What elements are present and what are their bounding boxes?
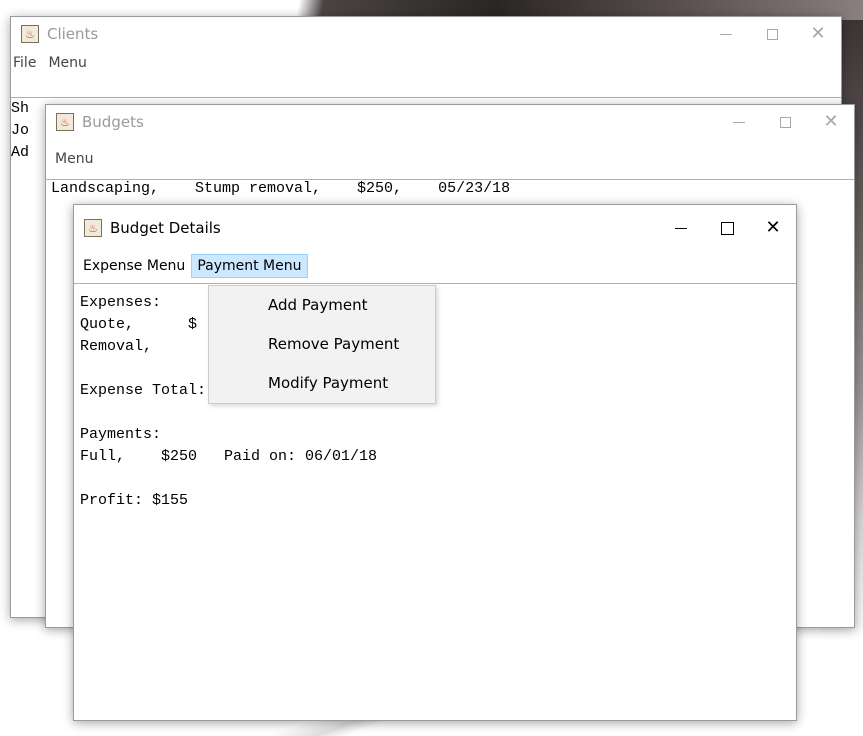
text-line: Payments: bbox=[80, 426, 162, 443]
close-icon: ✕ bbox=[823, 111, 839, 132]
java-app-icon[interactable]: ♨ bbox=[21, 25, 39, 43]
budget-details-titlebar[interactable]: ♨ Budget Details ✕ bbox=[74, 205, 796, 251]
budgets-title: Budgets bbox=[82, 113, 144, 131]
clients-menu-file[interactable]: File bbox=[11, 51, 42, 75]
budget-details-maximize-button[interactable] bbox=[704, 205, 750, 251]
budget-details-minimize-button[interactable] bbox=[658, 205, 704, 251]
modify-payment-menu-item[interactable]: Modify Payment bbox=[209, 364, 435, 403]
text-line bbox=[80, 468, 796, 490]
minimize-icon bbox=[720, 33, 732, 35]
maximize-icon bbox=[766, 28, 778, 40]
close-icon: ✕ bbox=[765, 217, 781, 238]
clients-menubar: File Menu bbox=[11, 51, 841, 75]
clients-minimize-button[interactable] bbox=[703, 17, 749, 51]
budgets-maximize-button[interactable] bbox=[762, 105, 808, 139]
java-app-icon[interactable]: ♨ bbox=[84, 219, 102, 237]
text-line bbox=[80, 402, 796, 424]
clients-titlebar[interactable]: ♨ Clients ✕ bbox=[11, 17, 841, 51]
clients-maximize-button[interactable] bbox=[749, 17, 795, 51]
budgets-close-button[interactable]: ✕ bbox=[808, 105, 854, 139]
remove-payment-menu-item[interactable]: Remove Payment bbox=[209, 325, 435, 364]
clients-menu-menu[interactable]: Menu bbox=[42, 51, 92, 75]
budgets-menu-menu[interactable]: Menu bbox=[46, 147, 99, 171]
minimize-icon bbox=[675, 227, 687, 229]
text-line: Full, $250 Paid on: 06/01/18 bbox=[80, 448, 378, 465]
text-line: Expense Total: $95 bbox=[80, 382, 252, 399]
maximize-icon bbox=[720, 221, 734, 235]
minimize-icon bbox=[733, 121, 745, 123]
payment-menu-dropdown: Add Payment Remove Payment Modify Paymen… bbox=[208, 285, 436, 404]
add-payment-menu-item[interactable]: Add Payment bbox=[209, 286, 435, 325]
budget-details-title: Budget Details bbox=[110, 219, 221, 237]
close-icon: ✕ bbox=[810, 23, 826, 44]
text-line: Profit: $155 bbox=[80, 492, 189, 509]
budgets-menubar: Menu bbox=[46, 147, 854, 171]
text-line bbox=[80, 358, 796, 380]
maximize-icon bbox=[779, 116, 791, 128]
java-app-icon[interactable]: ♨ bbox=[56, 113, 74, 131]
expense-menu[interactable]: Expense Menu bbox=[74, 254, 191, 278]
budget-details-close-button[interactable]: ✕ bbox=[750, 205, 796, 251]
budgets-minimize-button[interactable] bbox=[716, 105, 762, 139]
text-line: Expenses: bbox=[80, 294, 162, 311]
budgets-titlebar[interactable]: ♨ Budgets ✕ bbox=[46, 105, 854, 139]
payment-menu[interactable]: Payment Menu bbox=[191, 254, 308, 278]
clients-title: Clients bbox=[47, 25, 99, 43]
budget-details-window: ♨ Budget Details ✕ Expense Menu Payment … bbox=[73, 204, 797, 721]
text-line: Quote, $ bbox=[80, 316, 198, 333]
clients-close-button[interactable]: ✕ bbox=[795, 17, 841, 51]
text-line: Removal, bbox=[80, 338, 153, 355]
list-item[interactable]: Landscaping, Stump removal, $250, 05/23/… bbox=[51, 180, 854, 198]
budget-details-menubar: Expense Menu Payment Menu bbox=[74, 251, 796, 281]
